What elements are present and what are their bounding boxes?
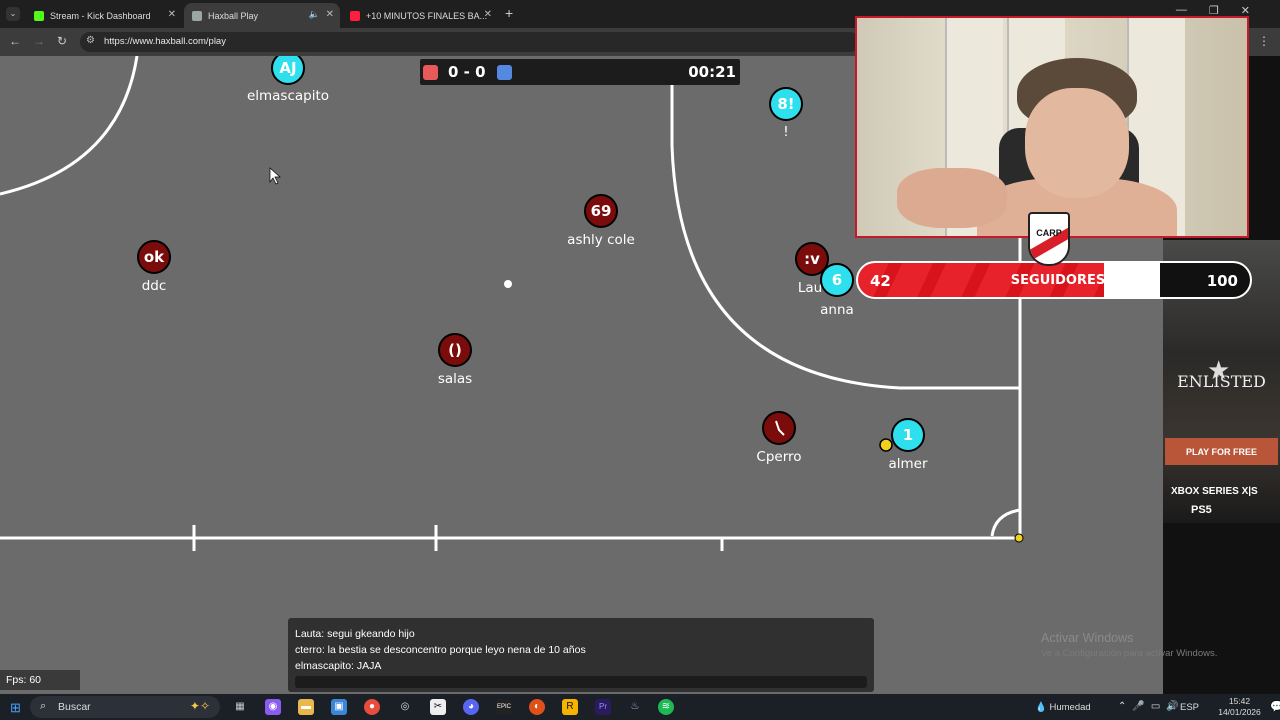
chrome-icon[interactable]: ● xyxy=(364,699,380,715)
player-disc: 69 xyxy=(584,194,618,228)
task-view-icon[interactable]: ▦ xyxy=(232,699,248,715)
player-name: anna xyxy=(820,302,854,318)
rockstar-icon[interactable]: R xyxy=(562,699,578,715)
haxball-favicon-icon xyxy=(192,10,202,21)
player-name: ! xyxy=(783,124,789,140)
player-name: Cperro xyxy=(756,449,802,465)
taskbar-search[interactable]: ⌕ Buscar ✦✧ xyxy=(30,696,220,718)
player-disc: () xyxy=(438,333,472,367)
ad-brand: ENLISTED xyxy=(1177,372,1266,391)
player-avatar-text: 1 xyxy=(902,426,914,444)
capcut-icon[interactable]: ✂ xyxy=(430,699,446,715)
tab-haxball[interactable]: Haxball Play 🔈 ✕ xyxy=(184,3,340,28)
clock[interactable]: 15:42 14/01/2026 xyxy=(1212,696,1267,718)
player-disc: ok xyxy=(137,240,171,274)
player-avatar-text: AJ xyxy=(279,59,297,77)
player-name: ddc xyxy=(141,278,167,294)
menu-kebab-icon[interactable]: ⋮ xyxy=(1258,34,1270,48)
webcam-feed xyxy=(855,16,1249,238)
player-name: salas xyxy=(437,371,473,387)
epic-games-icon[interactable]: EPIC xyxy=(496,699,512,715)
tab-title: Haxball Play xyxy=(208,10,259,21)
site-info-icon[interactable]: ⚙ xyxy=(86,35,95,46)
copilot-icon[interactable]: ◉ xyxy=(265,699,281,715)
kick-favicon-icon xyxy=(34,10,44,21)
new-tab-button[interactable]: + xyxy=(505,5,513,21)
play-for-free-button[interactable]: PLAY FOR FREE xyxy=(1165,438,1278,465)
url-text[interactable]: https://www.haxball.com/play xyxy=(104,36,226,47)
chat-message: Lauta: segui gkeando hijo xyxy=(295,628,415,640)
player-disc: 8! xyxy=(769,87,803,121)
player-avatar-text: 6 xyxy=(831,271,843,289)
reload-icon[interactable]: ↻ xyxy=(57,34,67,48)
player-name: almer xyxy=(888,456,928,472)
ps5-logo: PS5 xyxy=(1191,504,1212,516)
followers-goal: 100 xyxy=(1206,272,1238,290)
river-plate-crest-icon: CARP xyxy=(1028,212,1070,266)
spotify-icon[interactable]: ≋ xyxy=(658,699,674,715)
weather-widget[interactable]: 💧 Humedad xyxy=(1035,702,1115,713)
player-avatar-text: 8! xyxy=(777,95,795,113)
search-icon: ⌕ xyxy=(40,700,47,712)
red-team-icon xyxy=(423,65,438,80)
back-arrow-icon[interactable]: ← xyxy=(9,34,21,48)
tab-youtube[interactable]: +10 MINUTOS FINALES BA... ✕ xyxy=(342,3,498,28)
followers-goal-bar: 42 SEGUIDORES 100 xyxy=(856,261,1252,299)
followers-current: 42 xyxy=(870,272,891,290)
tab-search-button[interactable]: ⌄ xyxy=(6,7,20,21)
player-avatar-text: 69 xyxy=(590,202,612,220)
chat-box: Lauta: segui gkeando hijo cterro: la bes… xyxy=(288,618,874,692)
language-indicator[interactable]: ESP xyxy=(1180,702,1199,713)
forward-arrow-icon[interactable]: → xyxy=(33,34,45,48)
activate-windows-subtitle: Ve a Configuración para activar Windows. xyxy=(1041,648,1218,659)
score-text: 0 - 0 xyxy=(448,63,486,81)
taskbar: ⊞ ⌕ Buscar ✦✧ ▦ ◉ ▬ ▣ ● ◎ ✂ ◕ EPIC ◐ R P… xyxy=(0,694,1280,720)
activate-windows-title: Activar Windows xyxy=(1041,631,1134,645)
premiere-icon[interactable]: Pr xyxy=(595,699,611,715)
discord-icon[interactable]: ◕ xyxy=(463,699,479,715)
player-disc: 6 xyxy=(820,263,854,297)
file-explorer-icon[interactable]: ▬ xyxy=(298,699,314,715)
chat-input[interactable] xyxy=(295,676,867,688)
match-timer: 00:21 xyxy=(688,63,736,81)
close-tab-icon[interactable]: ✕ xyxy=(326,9,334,20)
scoreboard: 0 - 0 00:21 xyxy=(420,59,740,85)
tab-title: Stream - Kick Dashboard xyxy=(50,10,151,21)
player-avatar-text: () xyxy=(448,341,462,359)
sparkle-icon: ✦✧ xyxy=(189,699,210,713)
fps-counter: Fps: 60 xyxy=(0,670,80,690)
store-icon[interactable]: ▣ xyxy=(331,699,347,715)
close-tab-icon[interactable]: ✕ xyxy=(168,9,176,20)
close-tab-icon[interactable]: ✕ xyxy=(484,9,492,20)
notification-icon[interactable]: 💬 xyxy=(1270,700,1280,713)
origin-icon[interactable]: ◐ xyxy=(529,699,545,715)
youtube-favicon-icon xyxy=(350,10,360,21)
blue-team-icon xyxy=(497,65,512,80)
player-name: elmascapito xyxy=(246,88,330,104)
tab-title: +10 MINUTOS FINALES BA... xyxy=(366,10,488,21)
speaker-icon[interactable]: 🔈 xyxy=(309,9,320,20)
windows-start-icon[interactable]: ⊞ xyxy=(10,700,21,716)
player-disc xyxy=(762,411,796,445)
player-avatar-text: ok xyxy=(143,248,165,266)
xbox-logo: XBOX SERIES X|S xyxy=(1171,486,1258,497)
chat-message: cterro: la bestia se desconcentro porque… xyxy=(295,644,586,656)
tab-kick-dashboard[interactable]: Stream - Kick Dashboard ✕ xyxy=(26,3,182,28)
chat-message: elmascapito: JAJA xyxy=(295,660,382,672)
address-bar[interactable]: ⚙ https://www.haxball.com/play xyxy=(80,32,860,52)
system-icons[interactable]: ⌃🎤▭🔊 xyxy=(1118,701,1185,712)
steam-icon[interactable]: ♨ xyxy=(627,699,643,715)
player-disc: 1 xyxy=(891,418,925,452)
player-name: ashly cole xyxy=(567,232,635,248)
player-avatar-text: :v xyxy=(804,250,820,268)
obs-icon[interactable]: ◎ xyxy=(397,699,413,715)
followers-label: SEGUIDORES xyxy=(1010,273,1106,288)
clock-hand-icon xyxy=(775,420,785,436)
